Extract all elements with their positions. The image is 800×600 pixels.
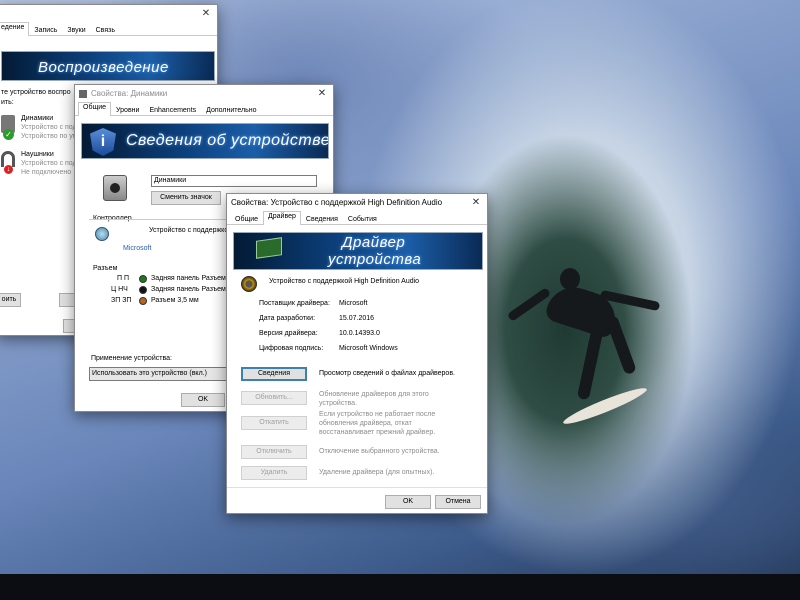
date-label: Дата разработки: <box>259 315 316 322</box>
tab-driver[interactable]: Драйвер <box>263 211 301 225</box>
tab-advanced[interactable]: Дополнительно <box>201 105 261 115</box>
driver-tabs: Общие Драйвер Сведения События <box>227 211 487 225</box>
device-line1: Устройство с под <box>21 160 77 167</box>
speaker-device-icon <box>241 276 257 292</box>
surfer-arm-left <box>506 287 552 322</box>
close-icon[interactable]: ✕ <box>195 8 217 19</box>
provider-label: Поставщик драйвера: <box>259 300 330 307</box>
speaker-title-icon <box>79 89 87 98</box>
driver-titlebar: Свойства: Устройство с поддержкой High D… <box>227 194 487 211</box>
controller-icon <box>95 227 109 241</box>
banner-title-line1: Драйвер <box>342 234 406 251</box>
update-driver-desc: Обновление драйверов для этого устройств… <box>319 391 429 407</box>
check-icon: ✓ <box>3 129 14 140</box>
footer-divider <box>227 487 487 488</box>
info-icon: i <box>90 128 116 156</box>
version-value: 10.0.14393.0 <box>339 330 380 337</box>
controller-vendor: Microsoft <box>123 245 152 252</box>
driver-details-desc: Просмотр сведений о файлах драйверов. <box>319 370 455 377</box>
jack-text: Разъем 3,5 мм <box>151 297 199 304</box>
window-title: Свойства: Устройство с поддержкой High D… <box>231 198 443 207</box>
ok-button[interactable]: OK <box>385 495 431 509</box>
rollback-driver-desc: Если устройство не работает после обновл… <box>319 411 436 436</box>
tab-events[interactable]: События <box>343 214 382 224</box>
sound-tabs: едение Запись Звуки Связь <box>0 22 217 36</box>
signer-value: Microsoft Windows <box>339 345 398 352</box>
banner-title-line2: устройства <box>328 251 422 268</box>
surfboard <box>561 383 649 429</box>
device-info-banner: i Сведения об устройстве <box>81 123 329 159</box>
taskbar <box>0 574 800 600</box>
surfer-leg-left <box>576 319 606 401</box>
jack-text: Задняя панель Разъем <box>151 275 226 282</box>
sound-card-icon <box>256 237 282 259</box>
tab-details[interactable]: Сведения <box>301 214 343 224</box>
tab-recording[interactable]: Запись <box>29 25 62 35</box>
device-name-field[interactable]: Динамики <box>151 175 317 187</box>
sound-titlebar: ✕ <box>0 5 217 22</box>
instruction-text: те устройство воспро <box>1 89 71 96</box>
usage-select[interactable]: Использовать это устройство (вкл.) <box>89 367 243 381</box>
disable-device-button[interactable]: Отключить <box>241 445 307 459</box>
banner-title: Воспроизведение <box>38 59 169 76</box>
tab-sounds[interactable]: Звуки <box>62 25 90 35</box>
playback-banner: Воспроизведение <box>1 51 215 81</box>
device-line2: Устройство по ум <box>21 133 78 140</box>
speaker-device-icon <box>103 175 127 201</box>
tab-enhancements[interactable]: Enhancements <box>144 105 201 115</box>
speakers-tabs: Общие Уровни Enhancements Дополнительно <box>75 102 333 116</box>
speakers-titlebar: Свойства: Динамики ✕ <box>75 85 333 102</box>
tab-levels[interactable]: Уровни <box>111 105 144 115</box>
jack-text: Задняя панель Разъем <box>151 286 226 293</box>
jack-code: Ц НЧ <box>111 286 128 293</box>
update-driver-button[interactable]: Обновить... <box>241 391 307 405</box>
cancel-button[interactable]: Отмена <box>435 495 481 509</box>
tab-general[interactable]: Общие <box>78 102 112 116</box>
usage-label: Применение устройства: <box>91 355 172 362</box>
device-name: Устройство с поддержкой High Definition … <box>269 278 420 285</box>
jack-green-icon <box>139 275 147 283</box>
instruction-text-2: ить: <box>1 99 14 106</box>
device-line1: Устройство с под <box>21 124 77 131</box>
driver-details-button[interactable]: Сведения <box>241 367 307 381</box>
change-icon-button[interactable]: Сменить значок <box>151 191 221 205</box>
close-icon[interactable]: ✕ <box>311 88 333 99</box>
list-item[interactable]: ✓ Динамики Устройство с под Устройство п… <box>1 113 81 147</box>
jack-orange-icon <box>139 297 147 305</box>
jacks-label: Разъем <box>93 265 118 272</box>
jack-code: П П <box>117 275 130 282</box>
close-icon[interactable]: ✕ <box>465 197 487 208</box>
driver-properties-window: Свойства: Устройство с поддержкой High D… <box>226 193 488 514</box>
device-line2: Не подключено <box>21 169 72 176</box>
unplugged-icon: ↓ <box>4 165 13 174</box>
uninstall-driver-button[interactable]: Удалить <box>241 466 307 480</box>
banner-title: Сведения об устройстве <box>126 132 329 149</box>
device-name: Динамики <box>21 115 54 122</box>
signer-label: Цифровая подпись: <box>259 345 324 352</box>
surfer-leg-right <box>605 314 637 376</box>
list-item[interactable]: ↓ Наушники Устройство с под Не подключен… <box>1 149 81 183</box>
configure-button[interactable]: оить <box>0 293 21 307</box>
ok-button[interactable]: OK <box>181 393 225 407</box>
controller-name: Устройство с поддержкой <box>149 227 233 234</box>
disable-device-desc: Отключение выбранного устройства. <box>319 448 440 455</box>
rollback-driver-button[interactable]: Откатить <box>241 416 307 430</box>
uninstall-driver-desc: Удаление драйвера (для опытных). <box>319 469 435 476</box>
jack-black-icon <box>139 286 147 294</box>
window-title: Свойства: Динамики <box>91 89 168 98</box>
provider-value: Microsoft <box>339 300 368 307</box>
tab-communications[interactable]: Связь <box>91 25 120 35</box>
jack-code: ЗП ЗП <box>111 297 132 304</box>
tab-general[interactable]: Общие <box>230 214 263 224</box>
driver-banner: Драйвер устройства <box>233 232 483 270</box>
date-value: 15.07.2016 <box>339 315 375 322</box>
device-name: Наушники <box>21 151 54 158</box>
version-label: Версия драйвера: <box>259 330 318 337</box>
tab-playback[interactable]: едение <box>0 22 30 36</box>
